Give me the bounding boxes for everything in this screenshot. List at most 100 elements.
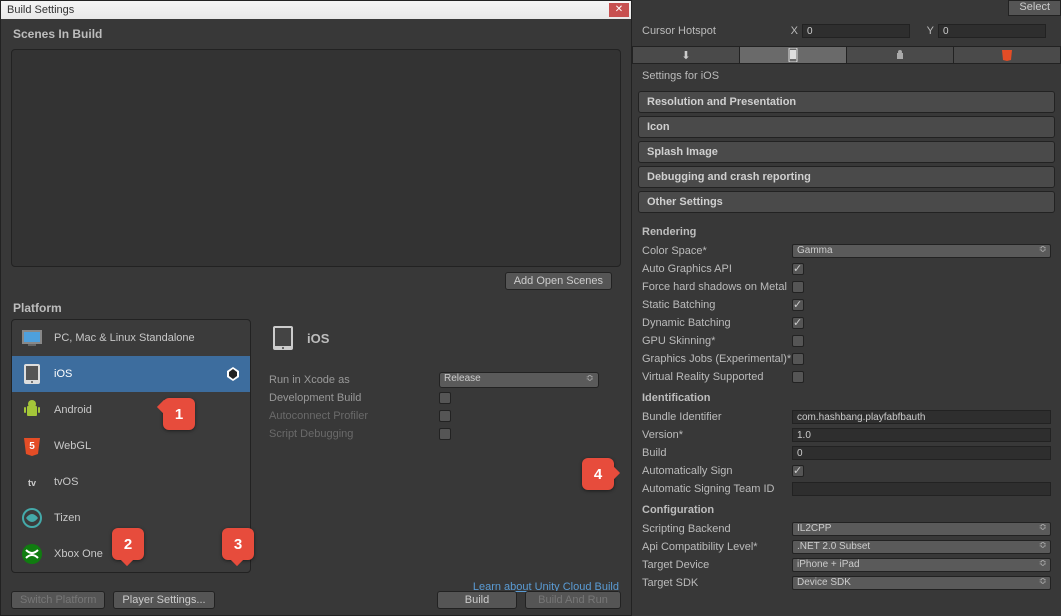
dyn-batch-checkbox[interactable]	[792, 317, 804, 329]
ios-icon	[20, 362, 44, 386]
foldout-resolution[interactable]: Resolution and Presentation	[638, 91, 1055, 113]
select-button[interactable]: Select	[1008, 0, 1061, 16]
build-button[interactable]: Build	[437, 591, 517, 609]
gfx-jobs-checkbox[interactable]	[792, 353, 804, 365]
static-batch-label: Static Batching	[642, 299, 792, 311]
tab-android[interactable]	[847, 47, 954, 63]
platform-label: tvOS	[54, 476, 78, 488]
cursor-hotspot-label: Cursor Hotspot	[642, 25, 782, 37]
build-field[interactable]	[792, 446, 1051, 460]
backend-label: Scripting Backend	[642, 523, 792, 535]
add-open-scenes-button[interactable]: Add Open Scenes	[505, 272, 612, 290]
callout-4: 4	[582, 458, 614, 490]
switch-platform-button[interactable]: Switch Platform	[11, 591, 105, 609]
api-compat-select[interactable]: .NET 2.0 Subset	[792, 540, 1051, 554]
scenes-in-build-header: Scenes In Build	[1, 19, 631, 45]
gfx-jobs-label: Graphics Jobs (Experimental)*	[642, 353, 792, 365]
vr-checkbox[interactable]	[792, 371, 804, 383]
platform-label: iOS	[54, 368, 72, 380]
static-batch-checkbox[interactable]	[792, 299, 804, 311]
foldout-other[interactable]: Other Settings	[638, 191, 1055, 213]
cursor-x-field[interactable]	[802, 24, 910, 38]
android-icon	[20, 398, 44, 422]
tab-ios[interactable]	[740, 47, 847, 63]
gpu-skin-label: GPU Skinning*	[642, 335, 792, 347]
configuration-header: Configuration	[642, 504, 1051, 516]
dialog-titlebar: Build Settings ✕	[1, 1, 631, 19]
script-debug-checkbox	[439, 428, 451, 440]
platform-label: WebGL	[54, 440, 91, 452]
platform-standalone[interactable]: PC, Mac & Linux Standalone	[12, 320, 250, 356]
target-device-label: Target Device	[642, 559, 792, 571]
force-shadows-label: Force hard shadows on Metal	[642, 281, 792, 293]
color-space-label: Color Space*	[642, 245, 792, 257]
platform-tvos[interactable]: tv tvOS	[12, 464, 250, 500]
bundle-id-label: Bundle Identifier	[642, 411, 792, 423]
foldout-debugging[interactable]: Debugging and crash reporting	[638, 166, 1055, 188]
callout-2: 2	[112, 528, 144, 560]
tab-webgl[interactable]	[954, 47, 1060, 63]
build-settings-dialog: Build Settings ✕ Scenes In Build Add Ope…	[0, 0, 632, 616]
dyn-batch-label: Dynamic Batching	[642, 317, 792, 329]
cursor-y-field[interactable]	[938, 24, 1046, 38]
team-id-field[interactable]	[792, 482, 1051, 496]
inspector-panel: Select Cursor Hotspot X Y ⬇ Settings for…	[632, 0, 1061, 616]
player-settings-button[interactable]: Player Settings...	[113, 591, 214, 609]
standalone-icon	[20, 326, 44, 350]
auto-graphics-label: Auto Graphics API	[642, 263, 792, 275]
force-shadows-checkbox[interactable]	[792, 281, 804, 293]
version-label: Version*	[642, 429, 792, 441]
build-and-run-button[interactable]: Build And Run	[525, 591, 621, 609]
vr-label: Virtual Reality Supported	[642, 371, 792, 383]
autoconnect-checkbox	[439, 410, 451, 422]
dialog-title: Build Settings	[7, 4, 74, 16]
build-label: Build	[642, 447, 792, 459]
run-xcode-select[interactable]: Release	[439, 372, 599, 388]
script-debug-label: Script Debugging	[269, 428, 439, 440]
platform-android[interactable]: Android	[12, 392, 250, 428]
color-space-select[interactable]: Gamma	[792, 244, 1051, 258]
platform-label: Xbox One	[54, 548, 103, 560]
platform-ios[interactable]: iOS	[12, 356, 250, 392]
dev-build-label: Development Build	[269, 392, 439, 404]
y-label: Y	[918, 25, 934, 37]
tvos-icon: tv	[20, 470, 44, 494]
run-xcode-label: Run in Xcode as	[269, 374, 439, 386]
platform-webgl[interactable]: 5 WebGL	[12, 428, 250, 464]
unity-icon	[224, 365, 242, 383]
foldout-icon[interactable]: Icon	[638, 116, 1055, 138]
platform-detail: iOS Run in Xcode as Release Development …	[269, 319, 621, 573]
target-device-select[interactable]: iPhone + iPad	[792, 558, 1051, 572]
gpu-skin-checkbox[interactable]	[792, 335, 804, 347]
svg-text:5: 5	[29, 441, 35, 452]
platform-tabs: ⬇	[632, 46, 1061, 64]
close-button[interactable]: ✕	[609, 3, 629, 17]
autosign-checkbox[interactable]	[792, 465, 804, 477]
detail-title: iOS	[307, 331, 329, 346]
tizen-icon	[20, 506, 44, 530]
platform-label: Android	[54, 404, 92, 416]
rendering-header: Rendering	[642, 226, 1051, 238]
phone-icon	[788, 48, 798, 62]
bundle-id-field[interactable]	[792, 410, 1051, 424]
backend-select[interactable]: IL2CPP	[792, 522, 1051, 536]
target-sdk-label: Target SDK	[642, 577, 792, 589]
download-icon: ⬇	[681, 49, 690, 62]
callout-1: 1	[163, 398, 195, 430]
webgl-icon: 5	[20, 434, 44, 458]
tab-standalone[interactable]: ⬇	[633, 47, 740, 63]
api-compat-label: Api Compatibility Level*	[642, 541, 792, 553]
settings-for-label: Settings for iOS	[632, 64, 1061, 88]
dev-build-checkbox[interactable]	[439, 392, 451, 404]
scenes-list[interactable]: Add Open Scenes	[11, 49, 621, 267]
target-sdk-select[interactable]: Device SDK	[792, 576, 1051, 590]
autoconnect-label: Autoconnect Profiler	[269, 410, 439, 422]
xbox-icon	[20, 542, 44, 566]
foldout-splash[interactable]: Splash Image	[638, 141, 1055, 163]
version-field[interactable]	[792, 428, 1051, 442]
platform-label: Tizen	[54, 512, 81, 524]
android-tab-icon	[894, 49, 906, 61]
auto-graphics-checkbox[interactable]	[792, 263, 804, 275]
autosign-label: Automatically Sign	[642, 465, 792, 477]
html5-tab-icon	[1001, 49, 1013, 61]
